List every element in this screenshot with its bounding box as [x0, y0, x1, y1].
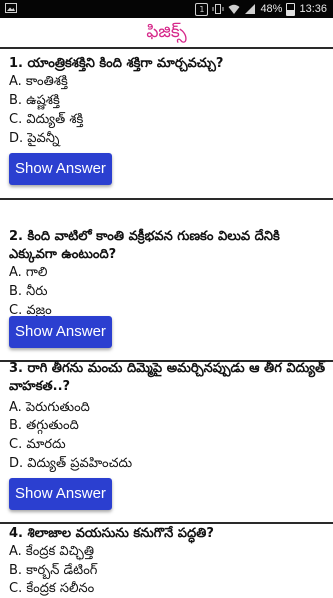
question-3-option-d: D. విద్యుత్ ప్రవహించదు — [9, 456, 133, 471]
title-divider — [0, 47, 333, 49]
question-4-option-a: A. కేంద్రక విచ్ఛిత్తి — [9, 544, 94, 559]
question-4-option-c: C. కేంద్రక సలీనం — [9, 581, 95, 596]
question-2-text: 2. కింది వాటిలో కాంతి వక్రీభవన గుణకం విల… — [9, 229, 280, 262]
question-1-option-d: D. పైవన్నీ — [9, 131, 60, 146]
question-3-option-a: A. పెరుగుతుంది — [9, 400, 90, 415]
image-icon — [5, 3, 17, 13]
page-title: ఫిజిక్స్ — [146, 22, 187, 42]
battery-icon — [286, 2, 296, 16]
question-1-option-a: A. కాంతిశక్తి — [9, 74, 68, 89]
question-2-show-answer-button[interactable]: Show Answer — [9, 316, 112, 348]
question-4-text: 4. శిలాజాల వయసును కనుగొనే పద్ధతి? — [9, 526, 214, 541]
question-1-option-c: C. విద్యుత్ శక్తి — [9, 112, 84, 127]
wifi-icon — [228, 4, 240, 14]
clock: 13:36 — [299, 3, 327, 15]
question-1-show-answer-button[interactable]: Show Answer — [9, 153, 112, 185]
signal-icon — [245, 4, 256, 14]
question-divider — [0, 198, 333, 200]
question-2-option-b: B. నీరు — [9, 284, 48, 299]
battery-percent: 48% — [260, 3, 283, 15]
question-3-option-c: C. మారదు — [9, 437, 66, 452]
question-2-option-a: A. గాలి — [9, 265, 48, 280]
question-divider — [0, 522, 333, 524]
question-1-text: 1. యాంత్రికశక్తిని కింది శక్తిగా మార్చవచ… — [9, 56, 224, 71]
question-3-text: 3. రాగి తీగను మంచు దిమ్మెపై అమర్చినప్పుడ… — [9, 361, 326, 394]
status-bar: 1 48% 13:36 — [0, 0, 333, 18]
vibrate-icon — [212, 4, 224, 14]
question-3-option-b: B. తగ్గుతుంది — [9, 418, 79, 433]
question-4-option-b: B. కార్బన్ డేటింగ్ — [9, 563, 98, 578]
question-1-option-b: B. ఉష్ణశక్తి — [9, 93, 60, 108]
question-3-show-answer-button[interactable]: Show Answer — [9, 478, 112, 510]
sim-icon: 1 — [195, 2, 209, 16]
